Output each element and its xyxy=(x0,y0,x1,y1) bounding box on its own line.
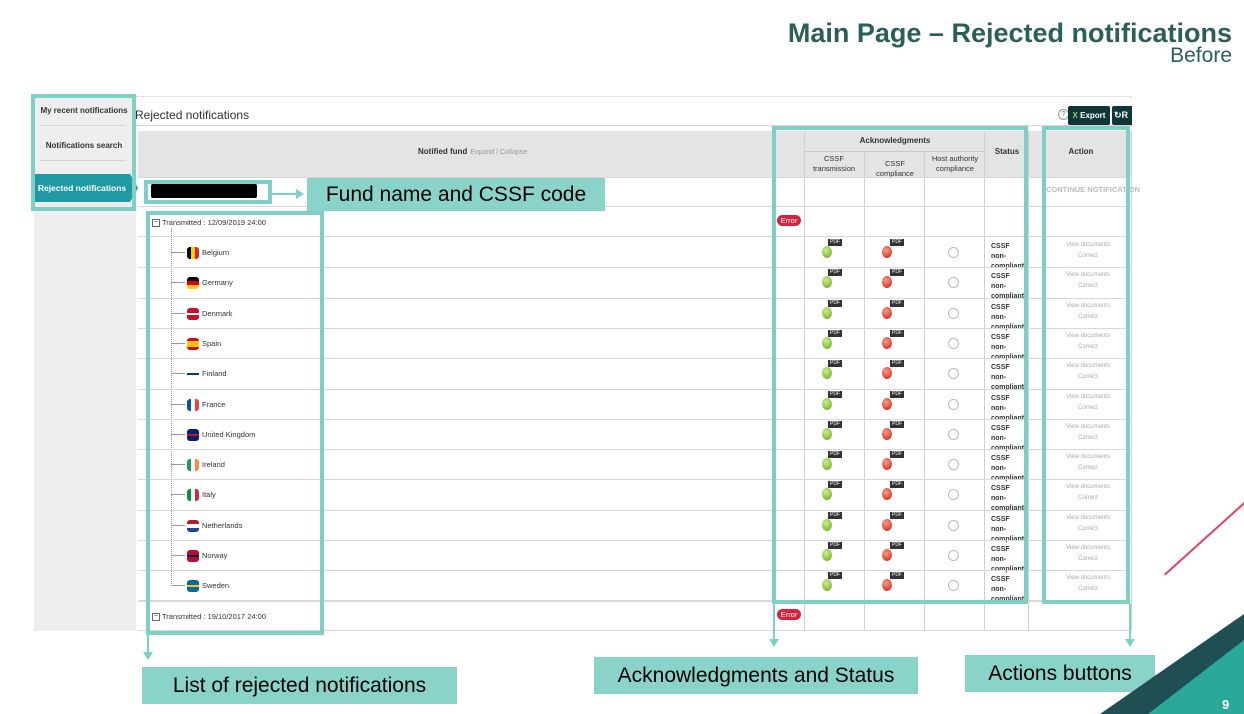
export-label: Export xyxy=(1080,111,1106,120)
callout-list: List of rejected notifications xyxy=(142,667,457,704)
export-button[interactable]: X Export xyxy=(1068,106,1110,125)
arrow-line xyxy=(272,193,298,195)
arrow-down-icon xyxy=(769,639,779,647)
highlight-actions xyxy=(1042,126,1130,604)
decorative-triangle xyxy=(1148,640,1244,714)
refresh-button[interactable]: ↻R xyxy=(1112,106,1132,125)
highlight-fund-name xyxy=(144,180,272,204)
arrow-down-icon xyxy=(143,652,153,660)
highlight-ack-status xyxy=(772,126,1028,604)
arrow-right-icon xyxy=(296,189,304,199)
excel-icon: X xyxy=(1072,111,1078,120)
panel-top-divider xyxy=(136,96,1132,97)
refresh-label: R xyxy=(1121,110,1129,120)
callout-ack-status: Acknowledgments and Status xyxy=(594,657,918,694)
highlight-notifications-list xyxy=(146,211,324,635)
expand-collapse-link[interactable]: Expand / Collapse xyxy=(470,149,527,156)
error-badge: Error xyxy=(777,609,801,620)
slide-subtitle: Before xyxy=(1170,44,1232,67)
arrow-line xyxy=(773,604,775,640)
header-notified-fund: Notified fund Expand / Collapse xyxy=(418,147,528,156)
refresh-icon: ↻ xyxy=(1114,110,1122,120)
callout-fund-name: Fund name and CSSF code xyxy=(307,178,605,211)
arrow-line xyxy=(147,635,149,653)
page-number: 9 xyxy=(1222,697,1230,712)
highlight-rejected-nav xyxy=(31,94,136,211)
decorative-line xyxy=(1164,500,1244,576)
panel-title: Rejected notifications xyxy=(135,108,250,122)
